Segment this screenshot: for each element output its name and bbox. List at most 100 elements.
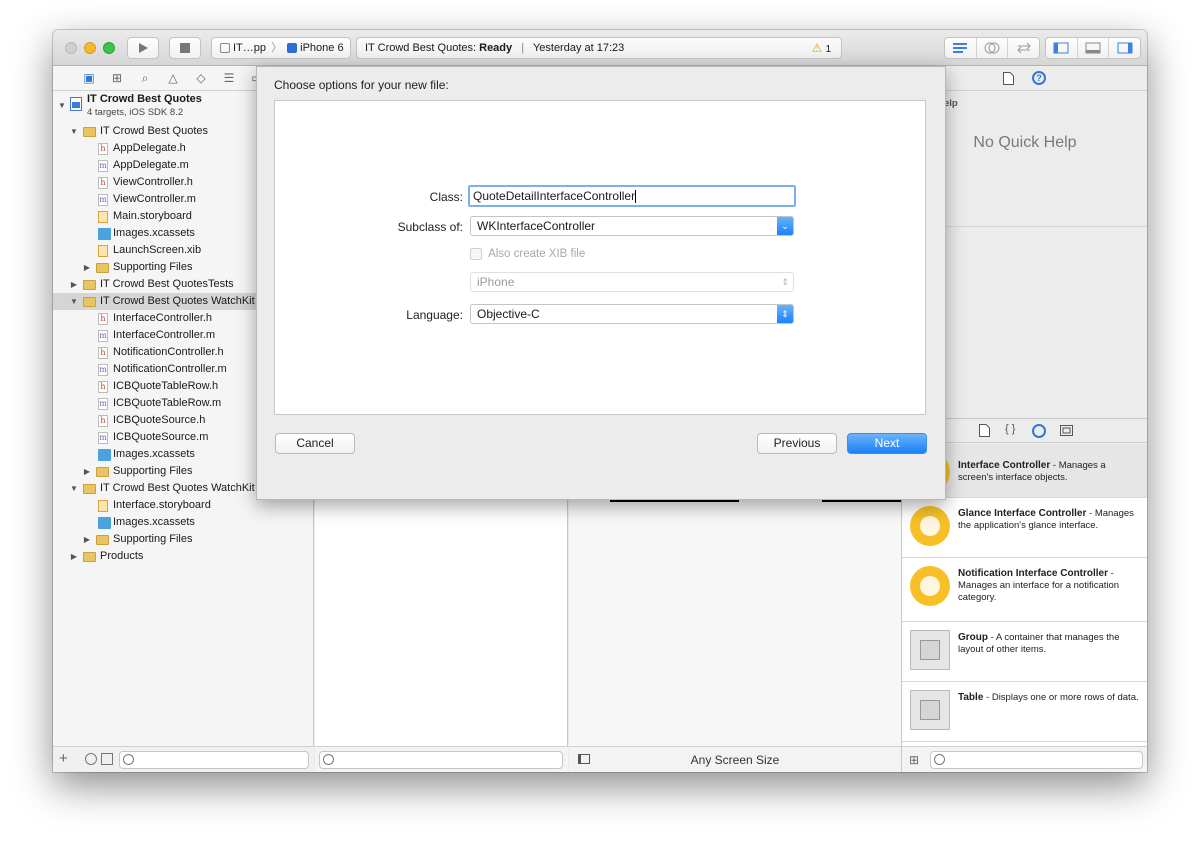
- file-inspector-icon[interactable]: [1003, 72, 1014, 85]
- header-file-icon: h: [98, 347, 108, 359]
- device-family-popup: iPhone ⇕: [470, 272, 794, 292]
- scm-filter-icon[interactable]: [101, 753, 113, 765]
- test-navigator-icon[interactable]: ◇: [187, 71, 215, 85]
- library-item-text: Interface Controller - Manages a screen'…: [958, 460, 1140, 484]
- recent-files-icon[interactable]: [85, 753, 97, 765]
- warning-navigator-icon[interactable]: △: [159, 71, 187, 85]
- warning-icon: ⚠: [811, 41, 823, 55]
- scheme-selector[interactable]: IT…pp 〉 iPhone 6: [211, 37, 351, 59]
- status-state: Ready: [479, 42, 513, 54]
- folder-icon: [96, 467, 109, 477]
- file-tree-label: IT Crowd Best QuotesTests: [100, 278, 234, 290]
- assistant-editor-icon[interactable]: [977, 38, 1009, 58]
- navigator-filter-input[interactable]: [119, 751, 309, 769]
- file-tree-row[interactable]: ▶ Supporting Files: [53, 531, 314, 548]
- new-file-options-sheet: Choose options for your new file: Class:…: [256, 66, 946, 500]
- previous-button[interactable]: Previous: [757, 433, 837, 454]
- disclosure-closed-icon[interactable]: ▶: [82, 259, 92, 276]
- quick-help-icon[interactable]: ?: [1032, 71, 1046, 85]
- status-project: IT Crowd Best Quotes:: [365, 42, 480, 54]
- file-tree-row[interactable]: ▶ Products: [53, 548, 314, 565]
- media-library-icon[interactable]: [1060, 425, 1073, 436]
- library-item[interactable]: Group - A container that manages the lay…: [902, 622, 1147, 682]
- object-library-icon[interactable]: [1032, 424, 1046, 438]
- symbol-navigator-icon[interactable]: ⊞: [103, 71, 131, 85]
- disclosure-closed-icon[interactable]: ▶: [82, 531, 92, 548]
- navigator-toggle-icon[interactable]: [1046, 38, 1078, 58]
- folder-icon[interactable]: ▣: [75, 71, 103, 85]
- file-tree-label: ViewController.m: [113, 193, 196, 205]
- class-name-field[interactable]: QuoteDetailInterfaceController: [468, 185, 796, 207]
- standard-editor-icon[interactable]: [945, 38, 977, 58]
- header-file-icon: h: [98, 143, 108, 155]
- table-icon: [910, 690, 950, 730]
- file-tree-label: Images.xcassets: [113, 227, 195, 239]
- stop-button[interactable]: [169, 37, 201, 59]
- size-class-button[interactable]: Any Screen Size: [569, 753, 901, 767]
- create-xib-checkbox[interactable]: Also create XIB file: [470, 248, 585, 261]
- cancel-button[interactable]: Cancel: [275, 433, 355, 454]
- next-button[interactable]: Next: [847, 433, 927, 454]
- subclass-combo-box[interactable]: WKInterfaceController ⌄: [470, 216, 794, 236]
- disclosure-closed-icon[interactable]: ▶: [69, 548, 79, 565]
- file-tree-label: AppDelegate.h: [113, 142, 186, 154]
- debug-area-toggle-icon[interactable]: [1078, 38, 1110, 58]
- code-snippet-library-icon[interactable]: { }: [1005, 423, 1015, 435]
- disclosure-open-icon[interactable]: ▼: [57, 97, 67, 114]
- outline-filter-bar: [315, 746, 568, 772]
- chevron-right-icon: 〉: [271, 42, 283, 54]
- folder-icon: [83, 297, 96, 307]
- run-button[interactable]: [127, 37, 159, 59]
- play-icon: [139, 43, 148, 53]
- library-item[interactable]: Table - Displays one or more rows of dat…: [902, 682, 1147, 742]
- file-tree-label: ICBQuoteSource.m: [113, 431, 209, 443]
- file-tree-label: IT Crowd Best Quotes: [100, 125, 209, 137]
- asset-catalog-icon: [98, 517, 111, 529]
- view-toggle-control[interactable]: [1045, 37, 1141, 59]
- device-family-value: iPhone: [477, 275, 515, 289]
- file-tree-label: IT Crowd Best Quotes WatchKit App: [100, 482, 277, 494]
- updown-chevron-icon[interactable]: ⇕: [777, 305, 793, 323]
- source-file-icon: m: [98, 330, 108, 342]
- language-popup[interactable]: Objective-C ⇕: [470, 304, 794, 324]
- search-icon[interactable]: ⌕: [131, 71, 159, 86]
- warning-indicator[interactable]: ⚠ 1: [812, 38, 831, 60]
- disclosure-open-icon[interactable]: ▼: [69, 480, 79, 497]
- utilities-toggle-icon[interactable]: [1109, 38, 1140, 58]
- add-icon[interactable]: +: [59, 750, 68, 767]
- library-item[interactable]: Glance Interface Controller - Manages th…: [902, 498, 1147, 558]
- subclass-label: Subclass of:: [397, 220, 463, 234]
- disclosure-open-icon[interactable]: ▼: [69, 123, 79, 140]
- library-item-title: Notification Interface Controller: [958, 568, 1109, 579]
- zoom-window-button[interactable]: [103, 42, 115, 54]
- debug-navigator-icon[interactable]: ☰: [215, 71, 243, 85]
- options-panel: Class: QuoteDetailInterfaceController Su…: [274, 100, 926, 415]
- grid-view-icon[interactable]: ⊞: [909, 753, 919, 767]
- editor-mode-control[interactable]: [944, 37, 1040, 59]
- status-time: Yesterday at 17:23: [532, 42, 625, 54]
- chevron-down-icon[interactable]: ⌄: [777, 217, 793, 235]
- disclosure-closed-icon[interactable]: ▶: [69, 276, 79, 293]
- source-file-icon: m: [98, 432, 108, 444]
- disclosure-closed-icon[interactable]: ▶: [82, 463, 92, 480]
- navigator-filter-bar: +: [53, 746, 314, 772]
- disclosure-open-icon[interactable]: ▼: [69, 293, 79, 310]
- library-item[interactable]: Notification Interface Controller - Mana…: [902, 558, 1147, 622]
- library-item-text: Group - A container that manages the lay…: [958, 632, 1140, 656]
- filter-icon: [123, 754, 134, 765]
- library-item-text: Glance Interface Controller - Manages th…: [958, 508, 1140, 532]
- minimize-window-button[interactable]: [84, 42, 96, 54]
- library-filter-input[interactable]: [930, 751, 1143, 769]
- xcode-window: IT…pp 〉 iPhone 6 IT Crowd Best Quotes: R…: [53, 30, 1147, 772]
- file-template-library-icon[interactable]: [979, 424, 990, 437]
- version-editor-icon[interactable]: [1008, 38, 1039, 58]
- file-tree-row[interactable]: Images.xcassets: [53, 514, 314, 531]
- library-item-title: Table: [958, 692, 984, 703]
- close-window-button[interactable]: [65, 42, 77, 54]
- canvas-bottom-bar: Any Screen Size: [569, 746, 901, 772]
- project-icon: [70, 97, 82, 111]
- class-label: Class:: [429, 190, 463, 204]
- scheme-target: IT…pp: [233, 42, 267, 54]
- library-item-description: - Displays one or more rows of data.: [983, 692, 1139, 703]
- outline-filter-input[interactable]: [319, 751, 563, 769]
